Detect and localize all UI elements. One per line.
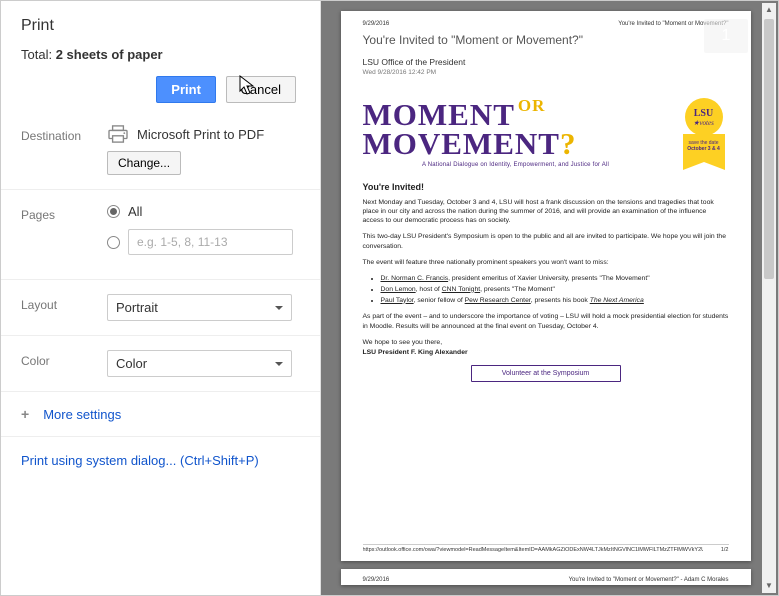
print-settings-panel: Print Total: 2 sheets of paper Print Can… <box>1 1 321 595</box>
page-header-date: 9/29/2016 <box>363 21 390 27</box>
pages-label: Pages <box>21 204 107 222</box>
pages-all-label: All <box>128 204 142 219</box>
lsu-votes-ribbon: LSU ★votes save the date October 3 & 4 <box>679 98 729 162</box>
pages-all-radio[interactable] <box>107 205 120 218</box>
change-destination-button[interactable]: Change... <box>107 151 181 175</box>
footer-url: https://outlook.office.com/owa/?viewmode… <box>363 547 703 553</box>
total-sheets: Total: 2 sheets of paper <box>21 47 300 62</box>
color-select[interactable]: Color <box>107 350 292 377</box>
email-subject: You're Invited to "Moment or Movement?" <box>363 33 729 47</box>
layout-select[interactable]: Portrait <box>107 294 292 321</box>
destination-label: Destination <box>21 125 107 143</box>
printer-icon <box>107 125 129 143</box>
body-p5: We hope to see you there, <box>363 338 729 347</box>
footer-page-num: 1/2 <box>721 547 729 553</box>
color-label: Color <box>21 350 107 368</box>
layout-label: Layout <box>21 294 107 312</box>
page-number-badge: 1 <box>704 19 748 53</box>
dialog-title: Print <box>21 17 300 35</box>
print-preview-area: 1 9/29/2016 You're Invited to "Moment or… <box>321 1 778 595</box>
scroll-up-icon[interactable]: ▲ <box>762 3 776 17</box>
body-heading: You're Invited! <box>363 182 729 192</box>
scroll-down-icon[interactable]: ▼ <box>762 579 776 593</box>
hero-graphic: MOMENTOR MOVEMENT? A National Dialogue o… <box>363 98 669 168</box>
body-p1: Next Monday and Tuesday, October 3 and 4… <box>363 198 729 226</box>
preview-scrollbar[interactable]: ▲ ▼ <box>762 3 776 593</box>
preview-page-2: 9/29/2016 You're Invited to "Moment or M… <box>341 569 751 585</box>
cancel-button[interactable]: Cancel <box>226 76 296 103</box>
email-from: LSU Office of the President <box>363 57 729 67</box>
body-p3: The event will feature three nationally … <box>363 258 729 267</box>
volunteer-button: Volunteer at the Symposium <box>471 365 621 382</box>
email-sent-time: Wed 9/28/2016 12:42 PM <box>363 69 729 76</box>
more-settings-link[interactable]: More settings <box>43 407 121 422</box>
body-p4: As part of the event – and to underscore… <box>363 312 729 330</box>
body-signature: LSU President F. King Alexander <box>363 348 729 357</box>
preview-page-1: 9/29/2016 You're Invited to "Moment or M… <box>341 11 751 561</box>
print-button[interactable]: Print <box>156 76 216 103</box>
destination-name: Microsoft Print to PDF <box>137 127 264 142</box>
pages-range-input[interactable]: e.g. 1-5, 8, 11-13 <box>128 229 293 255</box>
pages-range-radio[interactable] <box>107 236 120 249</box>
plus-icon: + <box>21 406 29 422</box>
speakers-list: Dr. Norman C. Francis, president emeritu… <box>381 274 729 306</box>
body-p2: This two-day LSU President's Symposium i… <box>363 232 729 250</box>
system-dialog-link[interactable]: Print using system dialog... (Ctrl+Shift… <box>1 437 320 484</box>
scroll-thumb[interactable] <box>764 19 774 279</box>
